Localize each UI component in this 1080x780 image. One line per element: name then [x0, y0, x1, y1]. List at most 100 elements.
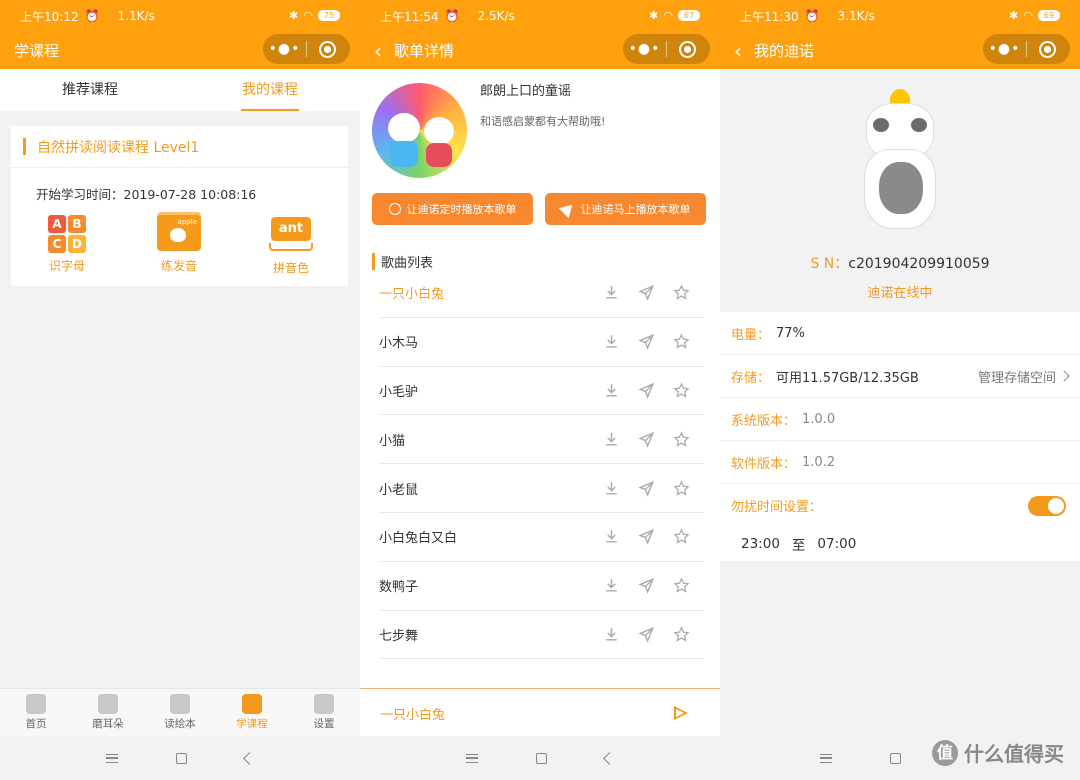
- wifi-icon: ◠: [303, 9, 313, 22]
- course-item-label: 识字母: [48, 259, 85, 273]
- now-playing-title: 一只小白兔: [380, 708, 446, 723]
- wifi-icon: ◠: [1023, 9, 1033, 22]
- song-title: 一只小白兔: [379, 287, 445, 303]
- song-title: 小猫: [379, 433, 406, 449]
- song-row[interactable]: 小毛驴: [379, 367, 704, 416]
- send-icon[interactable]: [638, 431, 655, 448]
- more-icon[interactable]: •●•: [623, 41, 666, 57]
- play-now-button[interactable]: 让迪诺马上播放本歌单: [545, 193, 706, 225]
- alarm-icon: ⏰: [804, 9, 820, 23]
- battery-icon: 69: [1038, 10, 1060, 21]
- star-icon[interactable]: [673, 431, 690, 448]
- download-icon[interactable]: [603, 528, 620, 545]
- bottom-tab-home[interactable]: 首页: [0, 689, 72, 736]
- download-icon[interactable]: [603, 480, 620, 497]
- watermark-logo: 值: [932, 739, 958, 766]
- song-row[interactable]: 小猫: [379, 415, 704, 465]
- book-icon: [170, 694, 190, 714]
- play-icon[interactable]: [674, 706, 688, 720]
- home-square-icon[interactable]: [536, 752, 547, 764]
- menu-icon[interactable]: [820, 753, 832, 763]
- watermark: 值什么值得买: [932, 738, 1064, 767]
- page-title: 我的迪诺: [754, 42, 815, 60]
- song-title: 小老鼠: [379, 482, 419, 498]
- star-icon[interactable]: [673, 626, 690, 643]
- song-row[interactable]: 小白兔白又白: [379, 513, 704, 562]
- course-item-letters[interactable]: A B C D 识字母: [11, 215, 123, 276]
- panel-my-dino: 上午11:30 ⏰ 3.1K/s ✱ ◠ 69 ‹ 我的迪诺 •●• S N：c20…: [720, 0, 1080, 780]
- schedule-play-button[interactable]: 让迪诺定时播放本歌单: [372, 193, 533, 225]
- status-bar: 上午11:30 ⏰ 3.1K/s ✱ ◠ 69: [720, 0, 1080, 32]
- home-square-icon[interactable]: [176, 752, 187, 764]
- wifi-icon: ◠: [663, 9, 673, 22]
- back-chevron-icon[interactable]: ‹: [734, 41, 742, 61]
- star-icon[interactable]: [673, 333, 690, 350]
- send-icon[interactable]: [638, 382, 655, 399]
- ant-icon: ant: [269, 217, 313, 255]
- course-card[interactable]: 自然拼读阅读课程 Level1 开始学习时间：2019-07-28 10:08:…: [11, 126, 348, 286]
- bottom-tab-picturebook[interactable]: 读绘本: [144, 689, 216, 736]
- bluetooth-icon: ✱: [649, 9, 659, 22]
- send-icon[interactable]: [638, 528, 655, 546]
- back-arrow-icon[interactable]: [603, 751, 616, 765]
- download-icon[interactable]: [603, 431, 620, 448]
- watermark-text: 什么值得买: [964, 742, 1064, 766]
- storage-row[interactable]: 存储： 可用11.57GB/12.35GB 管理存储空间: [720, 355, 1080, 398]
- course-tabs: 推荐课程 我的课程: [0, 69, 360, 111]
- back-chevron-icon[interactable]: ‹: [374, 41, 382, 61]
- send-icon[interactable]: [638, 284, 655, 302]
- song-row[interactable]: 一只小白兔: [379, 269, 704, 318]
- home-square-icon[interactable]: [890, 752, 901, 764]
- page-title: 歌单详情: [394, 42, 455, 60]
- android-nav-bar: [360, 736, 720, 780]
- download-icon[interactable]: [603, 284, 620, 301]
- send-icon[interactable]: [638, 577, 655, 594]
- star-icon[interactable]: [673, 284, 690, 301]
- apple-icon: apple: [157, 215, 201, 253]
- download-icon[interactable]: [603, 577, 620, 594]
- menu-icon[interactable]: [106, 753, 118, 763]
- bottom-tab-listen[interactable]: 磨耳朵: [72, 689, 144, 736]
- dnd-toggle[interactable]: [1028, 496, 1066, 516]
- title-bar: 学课程 •●•: [0, 32, 360, 69]
- back-arrow-icon[interactable]: [243, 751, 256, 765]
- course-item-pronunciation[interactable]: apple 练发音: [123, 215, 235, 276]
- bottom-tab-courses[interactable]: 学课程: [216, 689, 288, 736]
- star-icon[interactable]: [673, 577, 690, 594]
- star-icon[interactable]: [673, 480, 690, 497]
- gear-icon: [314, 694, 334, 714]
- menu-icon[interactable]: [466, 753, 478, 763]
- send-icon[interactable]: [638, 626, 655, 643]
- close-ring-icon[interactable]: [679, 40, 696, 58]
- close-ring-icon[interactable]: [319, 40, 336, 58]
- send-icon[interactable]: [638, 333, 655, 350]
- bottom-tab-settings[interactable]: 设置: [288, 689, 360, 736]
- page-title: 学课程: [14, 42, 60, 60]
- download-icon[interactable]: [603, 333, 620, 350]
- now-playing-bar[interactable]: 一只小白兔: [360, 688, 720, 738]
- song-row[interactable]: 小老鼠: [379, 464, 704, 513]
- star-icon[interactable]: [673, 382, 690, 399]
- song-row[interactable]: 小木马: [379, 318, 704, 367]
- song-row[interactable]: 七步舞: [379, 611, 704, 660]
- chevron-right-icon: [1058, 370, 1070, 382]
- battery-icon: 75: [318, 10, 340, 21]
- android-nav-bar: [0, 736, 360, 780]
- close-ring-icon[interactable]: [1039, 40, 1056, 58]
- album-title: 郎朗上口的童谣: [480, 84, 572, 99]
- download-icon[interactable]: [603, 626, 620, 643]
- course-icon: [242, 694, 262, 714]
- manage-storage-link[interactable]: 管理存储空间: [978, 367, 1056, 386]
- more-icon[interactable]: •●•: [983, 41, 1026, 57]
- more-icon[interactable]: •●•: [263, 41, 306, 57]
- star-icon[interactable]: [673, 528, 690, 545]
- battery-icon: 67: [678, 10, 700, 21]
- tab-my-courses[interactable]: 我的课程: [180, 69, 360, 111]
- song-row[interactable]: 数鸭子: [379, 562, 704, 611]
- dnd-time-range[interactable]: 23:00 至 07:00: [720, 527, 1080, 561]
- tab-recommended[interactable]: 推荐课程: [0, 69, 180, 111]
- send-icon[interactable]: [638, 480, 655, 497]
- download-icon[interactable]: [603, 382, 620, 399]
- course-item-phonics[interactable]: ant 拼音色: [235, 215, 347, 276]
- status-time: 上午10:12: [20, 9, 79, 24]
